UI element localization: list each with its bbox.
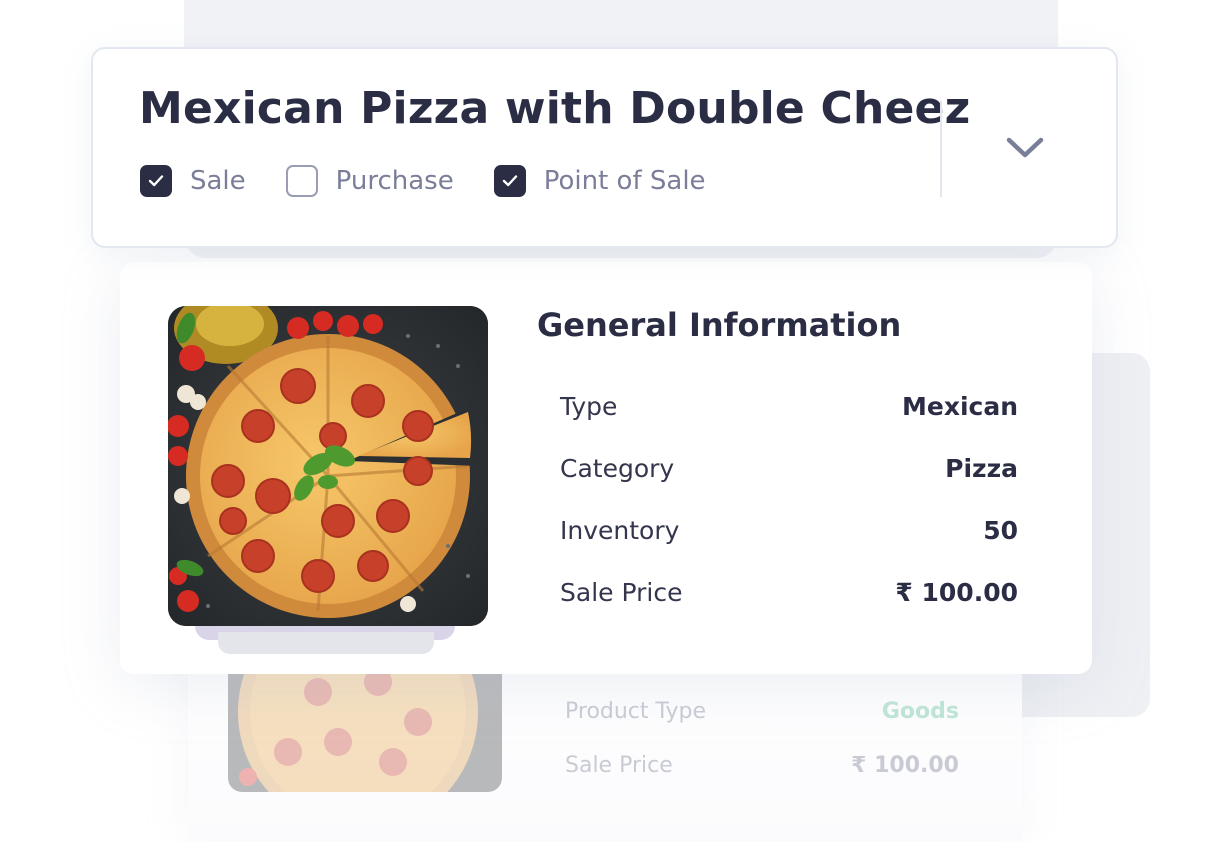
product-flags: Sale Purchase Point of Sale: [140, 165, 746, 197]
pizza-illustration: [168, 306, 488, 626]
info-row-sale-price: Sale Price ₹ 100.00: [560, 578, 1018, 607]
info-value: ₹ 100.00: [895, 578, 1018, 607]
info-value: 50: [983, 516, 1018, 545]
product-header-card: Mexican Pizza with Double Cheez Sale Pur…: [91, 47, 1118, 248]
info-row-type: Type Mexican: [560, 392, 1018, 421]
product-title: Mexican Pizza with Double Cheez: [139, 83, 971, 134]
checkmark-icon: [502, 175, 517, 187]
background-row-product-type: Product Type Goods: [565, 699, 959, 724]
checkbox-unchecked[interactable]: [285, 165, 318, 197]
background-row-label: Sale Price: [565, 753, 673, 778]
checkbox-label: Sale: [190, 166, 246, 196]
info-value: Pizza: [945, 454, 1018, 483]
checkbox-label: Purchase: [335, 166, 454, 196]
background-row-sale-price: Sale Price ₹ 100.00: [565, 753, 959, 778]
product-image: [168, 306, 488, 626]
stage: Product Type Goods Sale Price ₹ 100.00 G…: [0, 0, 1212, 842]
checkbox-checked[interactable]: [493, 165, 526, 197]
background-row-value: Goods: [881, 699, 959, 724]
image-stack-shadow: [218, 632, 434, 654]
general-information-card: General Information Type Mexican Categor…: [120, 262, 1092, 674]
info-label: Sale Price: [560, 578, 683, 607]
background-row-label: Product Type: [565, 699, 707, 724]
info-value: Mexican: [901, 392, 1018, 421]
info-label: Category: [560, 454, 675, 483]
expand-toggle[interactable]: [1005, 135, 1045, 161]
checkbox-label: Point of Sale: [543, 166, 706, 196]
checkbox-sale[interactable]: Sale: [140, 165, 246, 197]
section-title: General Information: [537, 306, 902, 344]
checkbox-checked[interactable]: [140, 165, 172, 197]
background-row-value: ₹ 100.00: [851, 753, 959, 778]
info-row-inventory: Inventory 50: [560, 516, 1018, 545]
info-label: Type: [560, 392, 618, 421]
header-divider: [940, 101, 942, 197]
info-row-category: Category Pizza: [560, 454, 1018, 483]
checkbox-purchase[interactable]: Purchase: [285, 165, 454, 197]
checkmark-icon: [148, 175, 164, 187]
info-label: Inventory: [560, 516, 680, 545]
checkbox-point-of-sale[interactable]: Point of Sale: [493, 165, 706, 197]
chevron-down-icon: [1006, 137, 1044, 158]
